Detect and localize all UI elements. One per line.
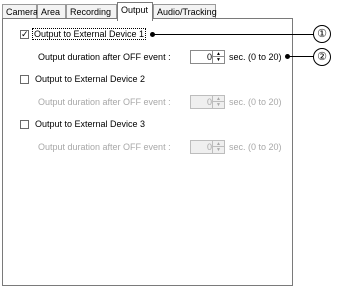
spin-down-icon[interactable]: ▼ [213, 147, 224, 153]
spin-down-icon[interactable]: ▼ [213, 57, 224, 63]
tab-area[interactable]: Area [37, 4, 66, 19]
device-3-duration-label: Output duration after OFF event : [38, 142, 171, 152]
callout-2-leader-line [288, 56, 314, 57]
device-3-label[interactable]: Output to External Device 3 [35, 119, 145, 129]
spinner-buttons: ▲ ▼ [212, 51, 224, 63]
device-1-checkbox[interactable]: ✓ [20, 30, 29, 39]
device-1-label[interactable]: Output to External Device 1 [31, 28, 147, 40]
device-2-checkbox[interactable] [20, 75, 29, 84]
device-3-unit-label: sec. (0 to 20) [229, 142, 282, 152]
callout-1-badge: ① [313, 25, 331, 43]
device-2-duration-spinner[interactable]: 0 ▲ ▼ [190, 95, 225, 109]
tab-output[interactable]: Output [117, 2, 153, 21]
tab-camera[interactable]: Camera [2, 4, 38, 19]
tab-recording[interactable]: Recording [66, 4, 117, 19]
callout-2-badge: ② [313, 48, 331, 66]
device-2-label[interactable]: Output to External Device 2 [35, 74, 145, 84]
device-1-duration-label: Output duration after OFF event : [38, 52, 171, 62]
device-3-checkbox[interactable] [20, 120, 29, 129]
callout-1-leader-line [153, 34, 314, 35]
device-3-duration-spinner[interactable]: 0 ▲ ▼ [190, 140, 225, 154]
tab-audio-tracking[interactable]: Audio/Tracking [153, 4, 217, 19]
spinner-buttons: ▲ ▼ [212, 96, 224, 108]
spin-down-icon[interactable]: ▼ [213, 102, 224, 108]
device-2-unit-label: sec. (0 to 20) [229, 97, 282, 107]
device-1-duration-spinner[interactable]: 0 ▲ ▼ [190, 50, 225, 64]
device-1-unit-label: sec. (0 to 20) [229, 52, 282, 62]
spinner-buttons: ▲ ▼ [212, 141, 224, 153]
device-2-duration-label: Output duration after OFF event : [38, 97, 171, 107]
